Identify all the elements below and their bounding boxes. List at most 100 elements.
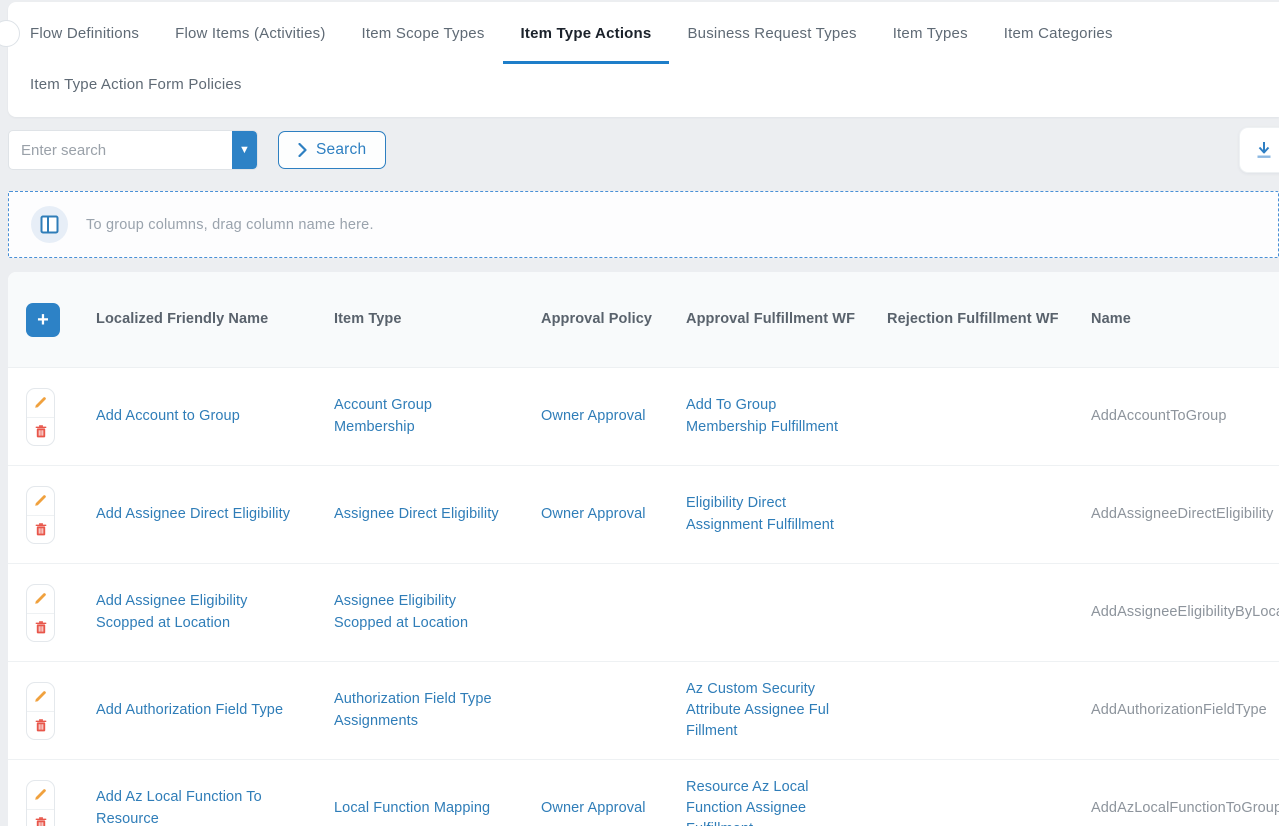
table-header-row: + Localized Friendly Name Item Type Appr… — [8, 272, 1279, 368]
tab-bar-row-1: Flow Definitions Flow Items (Activities)… — [8, 2, 1279, 64]
tab-bar-row-2: Item Type Action Form Policies — [8, 64, 1279, 117]
cell-approval-policy[interactable] — [541, 700, 686, 721]
delete-row-button[interactable] — [27, 809, 54, 826]
cell-approval-policy[interactable] — [541, 602, 686, 623]
columns-icon — [40, 215, 59, 234]
toolbar: ▼ Search — [8, 128, 1279, 172]
cell-approval-fulfillment-wf[interactable]: Eligibility Direct Assignment Fulfillmen… — [686, 493, 887, 535]
group-columns-drop-zone[interactable]: To group columns, drag column name here. — [8, 191, 1279, 258]
column-header-localized-friendly-name[interactable]: Localized Friendly Name — [96, 309, 334, 330]
cell-rejection-fulfillment-wf[interactable] — [887, 406, 1091, 427]
cell-approval-policy[interactable]: Owner Approval — [541, 504, 686, 525]
table-row: Add Assignee Direct Eligibility Assignee… — [8, 466, 1279, 564]
column-header-item-type[interactable]: Item Type — [334, 309, 541, 330]
search-input[interactable] — [9, 131, 232, 169]
tab-item-categories[interactable]: Item Categories — [986, 2, 1131, 64]
cell-localized-friendly-name[interactable]: Add Authorization Field Type — [96, 700, 334, 721]
cell-item-type[interactable]: Assignee Eligibility Scopped at Location — [334, 591, 541, 633]
cell-name: AddAssigneeEligibilityByLocati — [1091, 602, 1279, 623]
column-header-name[interactable]: Name — [1091, 309, 1279, 330]
edit-row-button[interactable] — [27, 389, 54, 417]
cell-name: AddAuthorizationFieldType — [1091, 700, 1279, 721]
edit-row-button[interactable] — [27, 585, 54, 613]
table-row: Add Account to Group Account Group Membe… — [8, 368, 1279, 466]
cell-localized-friendly-name[interactable]: Add Az Local Function To Resource — [96, 787, 334, 826]
header-add-cell: + — [8, 303, 96, 337]
cell-approval-policy[interactable]: Owner Approval — [541, 406, 686, 427]
delete-row-button[interactable] — [27, 711, 54, 739]
delete-row-button[interactable] — [27, 613, 54, 641]
tab-item-types[interactable]: Item Types — [875, 2, 986, 64]
cell-rejection-fulfillment-wf[interactable] — [887, 700, 1091, 721]
column-header-rejection-fulfillment-wf[interactable]: Rejection Fulfillment WF — [887, 309, 1091, 330]
table-row: Add Az Local Function To Resource Local … — [8, 760, 1279, 826]
pencil-icon — [34, 396, 47, 409]
row-actions-group — [26, 486, 55, 544]
tab-business-request-types[interactable]: Business Request Types — [669, 2, 874, 64]
trash-icon — [35, 523, 47, 536]
tab-flow-definitions[interactable]: Flow Definitions — [12, 2, 157, 64]
table-body: Add Account to Group Account Group Membe… — [8, 368, 1279, 826]
row-actions-cell — [8, 584, 96, 642]
tabs-card: Flow Definitions Flow Items (Activities)… — [8, 2, 1279, 117]
tab-flow-items-activities[interactable]: Flow Items (Activities) — [157, 2, 343, 64]
edit-row-button[interactable] — [27, 487, 54, 515]
edit-row-button[interactable] — [27, 683, 54, 711]
cell-rejection-fulfillment-wf[interactable] — [887, 504, 1091, 525]
add-row-button[interactable]: + — [26, 303, 60, 337]
pencil-icon — [34, 788, 47, 801]
cell-approval-fulfillment-wf[interactable]: Add To Group Membership Fulfillment — [686, 395, 887, 437]
table-row: Add Assignee Eligibility Scopped at Loca… — [8, 564, 1279, 662]
trash-icon — [35, 817, 47, 826]
column-header-approval-policy[interactable]: Approval Policy — [541, 309, 686, 330]
pencil-icon — [34, 494, 47, 507]
cell-approval-policy[interactable]: Owner Approval — [541, 798, 686, 819]
delete-row-button[interactable] — [27, 515, 54, 543]
row-actions-cell — [8, 780, 96, 826]
row-actions-cell — [8, 486, 96, 544]
edit-row-button[interactable] — [27, 781, 54, 809]
cell-item-type[interactable]: Local Function Mapping — [334, 798, 541, 819]
table-row: Add Authorization Field Type Authorizati… — [8, 662, 1279, 760]
cell-approval-fulfillment-wf[interactable]: Az Custom Security Attribute Assignee Fu… — [686, 679, 887, 742]
cell-name: AddAssigneeDirectEligibility — [1091, 504, 1279, 525]
pencil-icon — [34, 690, 47, 703]
cell-rejection-fulfillment-wf[interactable] — [887, 798, 1091, 819]
row-actions-group — [26, 780, 55, 826]
row-actions-cell — [8, 388, 96, 446]
tab-item-scope-types[interactable]: Item Scope Types — [344, 2, 503, 64]
item-type-actions-table: + Localized Friendly Name Item Type Appr… — [8, 272, 1279, 826]
cell-name: AddAzLocalFunctionToGroup — [1091, 798, 1279, 819]
cell-name: AddAccountToGroup — [1091, 406, 1279, 427]
trash-icon — [35, 621, 47, 634]
cell-localized-friendly-name[interactable]: Add Account to Group — [96, 406, 334, 427]
delete-row-button[interactable] — [27, 417, 54, 445]
column-header-approval-fulfillment-wf[interactable]: Approval Fulfillment WF — [686, 309, 887, 330]
export-download-button[interactable] — [1239, 127, 1279, 173]
group-columns-hint-text: To group columns, drag column name here. — [86, 217, 374, 233]
chevron-right-icon — [298, 143, 307, 157]
cell-item-type[interactable]: Authorization Field Type Assignments — [334, 689, 541, 731]
row-actions-group — [26, 388, 55, 446]
pencil-icon — [34, 592, 47, 605]
trash-icon — [35, 719, 47, 732]
trash-icon — [35, 425, 47, 438]
search-button[interactable]: Search — [278, 131, 386, 169]
cell-item-type[interactable]: Account Group Membership — [334, 395, 541, 437]
cell-approval-fulfillment-wf[interactable] — [686, 602, 887, 623]
cell-item-type[interactable]: Assignee Direct Eligibility — [334, 504, 541, 525]
row-actions-group — [26, 584, 55, 642]
cell-localized-friendly-name[interactable]: Add Assignee Direct Eligibility — [96, 504, 334, 525]
download-icon — [1255, 140, 1273, 160]
cell-approval-fulfillment-wf[interactable]: Resource Az Local Function Assignee Fulf… — [686, 777, 887, 826]
row-actions-group — [26, 682, 55, 740]
search-button-label: Search — [316, 141, 366, 159]
tab-item-type-action-form-policies[interactable]: Item Type Action Form Policies — [12, 76, 260, 93]
cell-rejection-fulfillment-wf[interactable] — [887, 602, 1091, 623]
cell-localized-friendly-name[interactable]: Add Assignee Eligibility Scopped at Loca… — [96, 591, 334, 633]
search-combo: ▼ — [8, 130, 258, 170]
row-actions-cell — [8, 682, 96, 740]
tab-item-type-actions[interactable]: Item Type Actions — [503, 2, 670, 64]
group-columns-circle — [31, 206, 68, 243]
search-options-dropdown-button[interactable]: ▼ — [232, 131, 257, 169]
